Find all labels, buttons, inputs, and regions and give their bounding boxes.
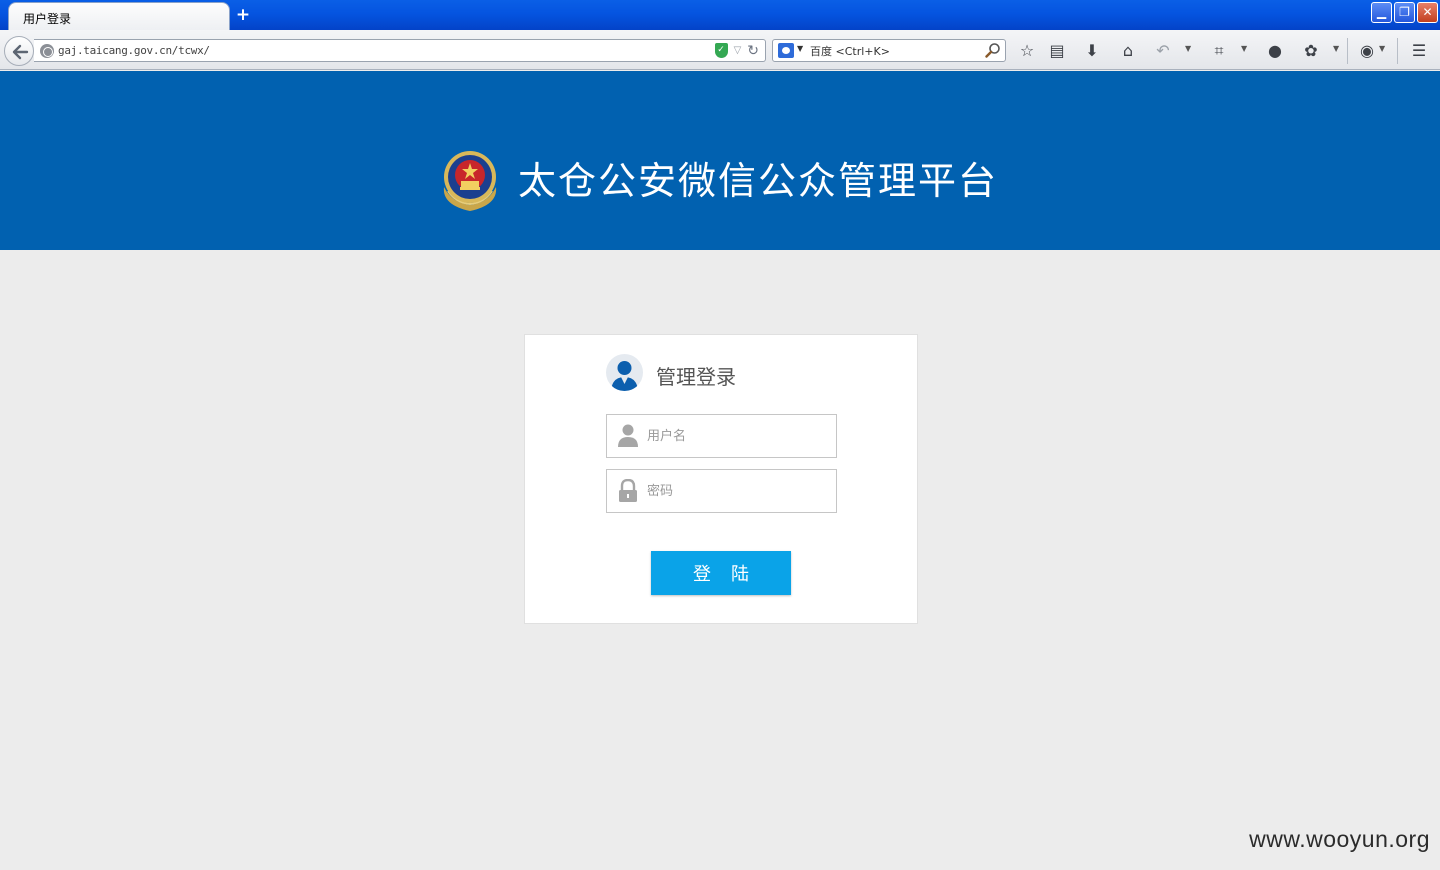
back-arrow-icon	[12, 44, 29, 60]
search-bar[interactable]: ▼ 百度 <Ctrl+K>	[772, 39, 1006, 62]
watermark: www.wooyun.org	[1249, 826, 1430, 852]
web-icon[interactable]: ◉	[1356, 40, 1378, 62]
download-icon[interactable]: ⬇	[1081, 40, 1103, 62]
login-button[interactable]: 登陆	[651, 551, 791, 595]
tab-title: 用户登录	[23, 12, 72, 26]
password-input[interactable]	[647, 470, 833, 512]
toolbar-separator	[1347, 38, 1348, 64]
toolbar-separator	[1397, 38, 1398, 64]
new-tab-button[interactable]: +	[234, 7, 252, 25]
search-engine-dropdown-icon[interactable]: ▼	[797, 44, 803, 53]
url-text[interactable]: gaj.taicang.gov.cn/tcwx/	[58, 44, 210, 57]
minimize-button[interactable]: ▁	[1371, 2, 1392, 23]
chat-icon[interactable]: ●	[1264, 40, 1286, 62]
reading-list-icon[interactable]: ▤	[1046, 40, 1068, 62]
undo-icon[interactable]: ↶	[1152, 40, 1174, 62]
url-bar[interactable]: gaj.taicang.gov.cn/tcwx/ ✓ ▽ ↻	[34, 39, 766, 62]
restore-button[interactable]: ❐	[1394, 2, 1415, 23]
police-emblem-icon	[443, 151, 497, 211]
extension-icon[interactable]: ✿	[1300, 40, 1322, 62]
globe-icon	[40, 44, 54, 58]
lock-icon	[619, 479, 637, 502]
extension-dropdown-icon[interactable]: ▼	[1333, 44, 1339, 53]
crop-icon[interactable]: ⌗	[1208, 40, 1230, 62]
magnifier-icon[interactable]	[985, 42, 1001, 58]
search-placeholder: 百度 <Ctrl+K>	[810, 45, 890, 58]
reload-icon[interactable]: ↻	[747, 44, 759, 58]
home-icon[interactable]: ⌂	[1117, 40, 1139, 62]
toolbar-icons: ☆ ▤ ⬇ ⌂ ↶ ▼ ⌗ ▼ ● ✿ ▼ ◉ ▼ ☰	[1014, 38, 1434, 64]
username-field[interactable]	[606, 414, 837, 458]
back-button[interactable]	[4, 36, 34, 66]
close-button[interactable]: ✕	[1417, 2, 1438, 23]
login-card: 管理登录 登陆	[524, 334, 918, 624]
undo-dropdown-icon[interactable]: ▼	[1185, 44, 1191, 53]
dropdown-icon[interactable]: ▽	[734, 45, 742, 56]
menu-icon[interactable]: ☰	[1408, 40, 1430, 62]
web-dropdown-icon[interactable]: ▼	[1379, 44, 1385, 53]
shield-icon[interactable]: ✓	[714, 43, 728, 58]
header-banner: 太仓公安微信公众管理平台	[0, 71, 1440, 250]
username-input[interactable]	[647, 415, 833, 457]
user-icon	[618, 424, 638, 447]
browser-tab[interactable]: 用户登录	[8, 2, 230, 30]
user-avatar-icon	[606, 354, 643, 391]
crop-dropdown-icon[interactable]: ▼	[1241, 44, 1247, 53]
password-field[interactable]	[606, 469, 837, 513]
navigation-toolbar: gaj.taicang.gov.cn/tcwx/ ✓ ▽ ↻ ▼ 百度 <Ctr…	[0, 30, 1440, 70]
star-icon[interactable]: ☆	[1016, 40, 1038, 62]
page-title: 太仓公安微信公众管理平台	[518, 159, 999, 203]
browser-titlebar: 用户登录 + ▁ ❐ ✕	[0, 0, 1440, 30]
baidu-icon[interactable]	[778, 43, 794, 58]
login-title: 管理登录	[656, 365, 736, 389]
